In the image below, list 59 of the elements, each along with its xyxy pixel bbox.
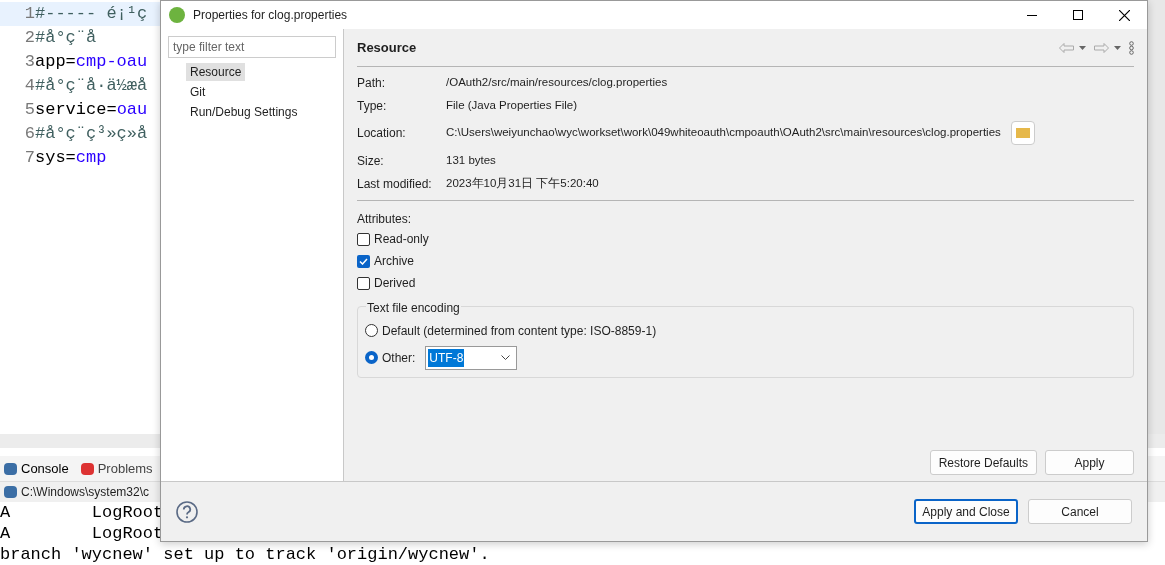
section-label: Attributes: <box>357 211 413 228</box>
code-line: app=cmp-oau <box>35 51 148 74</box>
dialog-button[interactable]: Cancel <box>1028 499 1132 524</box>
view-tab[interactable]: Console <box>4 458 69 479</box>
line-number: 3 <box>23 51 35 74</box>
checkbox-label: Derived <box>374 275 416 292</box>
tree-item[interactable]: Resource <box>186 63 246 81</box>
line-number: 1 <box>23 3 35 26</box>
checkbox[interactable] <box>357 276 370 290</box>
console-title: C:\Windows\system32\c <box>21 484 150 501</box>
code-line: #å°ç¨ç³»ç»å <box>35 123 148 146</box>
line-number: 7 <box>23 147 35 170</box>
console-line: A LogRoot <box>0 523 164 544</box>
checkbox[interactable] <box>357 254 370 268</box>
code-line: #å°ç¨å·ä½æå <box>35 75 148 98</box>
console-line: branch 'wycnew' set up to track 'origin/wycnew'. <box>0 544 490 565</box>
radio-button[interactable] <box>365 324 378 337</box>
code-line: #----- é¡¹ç <box>35 3 148 26</box>
code-line: service=oau <box>35 99 148 122</box>
view-tab[interactable]: Problems <box>80 458 153 479</box>
property-label: Path: <box>357 74 387 92</box>
checkbox-label: Read-only <box>374 231 429 248</box>
app-icon <box>169 7 185 23</box>
line-number: 5 <box>23 99 35 122</box>
console-line: A LogRoot <box>0 502 164 523</box>
dialog-button[interactable]: Restore Defaults <box>929 450 1037 475</box>
property-label: Type: <box>357 97 388 115</box>
property-label: Location: <box>357 125 407 142</box>
property-value: 131 bytes <box>446 152 496 168</box>
dialog-button[interactable]: Apply and Close <box>914 499 1018 524</box>
encoding-dropdown[interactable]: UTF-8 <box>425 345 518 370</box>
checkbox-label: Archive <box>374 253 414 270</box>
page-title: Resource <box>357 38 418 57</box>
filter-field[interactable]: type filter text <box>168 36 336 58</box>
line-number: 2 <box>23 27 35 50</box>
property-value: C:\Users\weiyunchao\wyc\workset\work\049whiteoauth\cmpoauth\OAuth2\src\main\resources\clog.properties <box>446 125 1001 141</box>
tree-item[interactable]: Git <box>186 83 210 101</box>
radio-button[interactable] <box>365 351 378 364</box>
property-value: File (Java Properties File) <box>446 97 577 113</box>
caret-icon[interactable] <box>1079 45 1086 50</box>
property-value: /OAuth2/src/main/resources/clog.properties <box>446 74 668 90</box>
line-number: 4 <box>23 75 35 98</box>
checkbox[interactable] <box>357 232 370 246</box>
radio-label: Default (determined from content type: ISO-8859-1) <box>382 322 657 340</box>
more-icon[interactable] <box>1129 40 1134 55</box>
caret-icon[interactable] <box>1114 45 1121 50</box>
code-line: sys=cmp <box>35 147 107 170</box>
dialog-button[interactable]: Apply <box>1045 450 1134 475</box>
code-line: #å°ç¨å <box>35 27 97 50</box>
radio-label: Other: <box>382 349 416 367</box>
tree-item[interactable]: Run/Debug Settings <box>186 103 302 121</box>
close-icon[interactable] <box>1118 9 1130 21</box>
window-title: Properties for clog.properties <box>193 7 349 24</box>
property-label: Size: <box>357 152 385 170</box>
property-label: Last modified: <box>357 175 433 193</box>
help-icon[interactable] <box>176 500 198 523</box>
line-number: 6 <box>23 123 35 146</box>
property-value: 2023年10月31日 下午5:20:40 <box>446 175 599 191</box>
chevron-icon <box>501 355 511 360</box>
